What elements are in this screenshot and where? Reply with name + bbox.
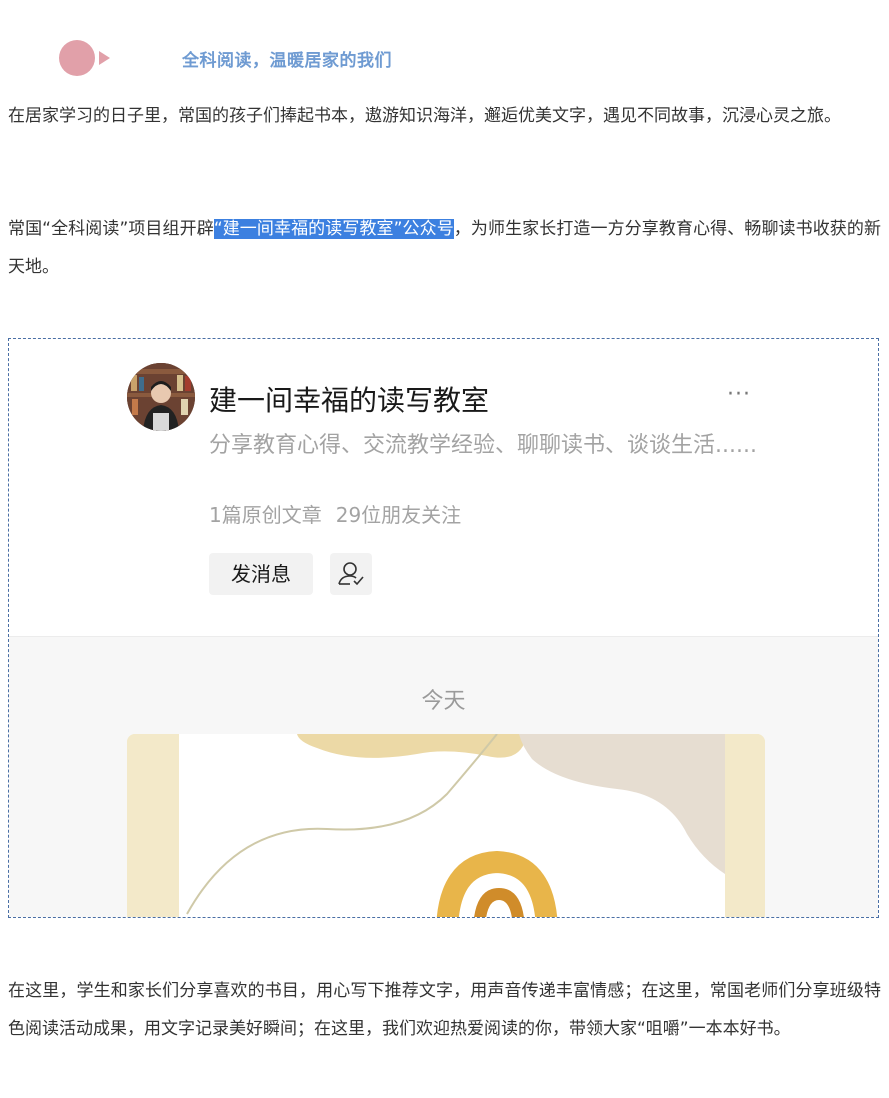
section-title: 全科阅读，温暖居家的我们 bbox=[182, 51, 392, 71]
pink-circle-icon bbox=[59, 40, 95, 76]
project-paragraph: 常国“全科阅读”项目组开辟“建一间幸福的读写教室”公众号，为师生家长打造一方分享… bbox=[8, 210, 881, 286]
user-check-icon bbox=[338, 562, 364, 586]
closing-paragraph: 在这里，学生和家长们分享喜欢的书目，用心写下推荐文字，用声音传递丰富情感；在这里… bbox=[8, 981, 881, 1039]
account-stats: 1篇原创文章 29位朋友关注 bbox=[209, 499, 461, 528]
account-description: 分享教育心得、交流教学经验、聊聊读书、谈谈生活...... bbox=[209, 433, 757, 458]
send-message-button[interactable]: 发消息 bbox=[209, 553, 313, 595]
follower-count: 29位朋友关注 bbox=[335, 503, 462, 527]
section-header: 全科阅读，温暖居家的我们 bbox=[0, 36, 889, 80]
cover-artwork bbox=[127, 734, 765, 917]
intro-paragraph: 在居家学习的日子里，常国的孩子们捧起书本，遨游知识海洋，邂逅优美文字，遇见不同故… bbox=[8, 106, 841, 126]
account-name: 建一间幸福的读写教室 bbox=[209, 384, 490, 417]
followed-button[interactable] bbox=[330, 553, 372, 595]
article-count: 1篇原创文章 bbox=[209, 503, 322, 527]
project-text-before: 常国“全科阅读”项目组开辟 bbox=[8, 219, 214, 239]
account-embed-screenshot: 建一间幸福的读写教室 ··· 分享教育心得、交流教学经验、聊聊读书、谈谈生活..… bbox=[8, 338, 879, 918]
account-highlight: “建一间幸福的读写教室”公众号 bbox=[213, 219, 454, 239]
account-profile-card: 建一间幸福的读写教室 ··· 分享教育心得、交流教学经验、聊聊读书、谈谈生活..… bbox=[9, 339, 878, 635]
account-avatar[interactable] bbox=[127, 363, 195, 431]
article-cover-card[interactable] bbox=[127, 734, 765, 917]
more-options-icon[interactable]: ··· bbox=[727, 384, 751, 406]
message-list: 今天 bbox=[9, 636, 878, 917]
play-arrow-icon bbox=[99, 51, 110, 65]
date-divider: 今天 bbox=[421, 689, 466, 714]
